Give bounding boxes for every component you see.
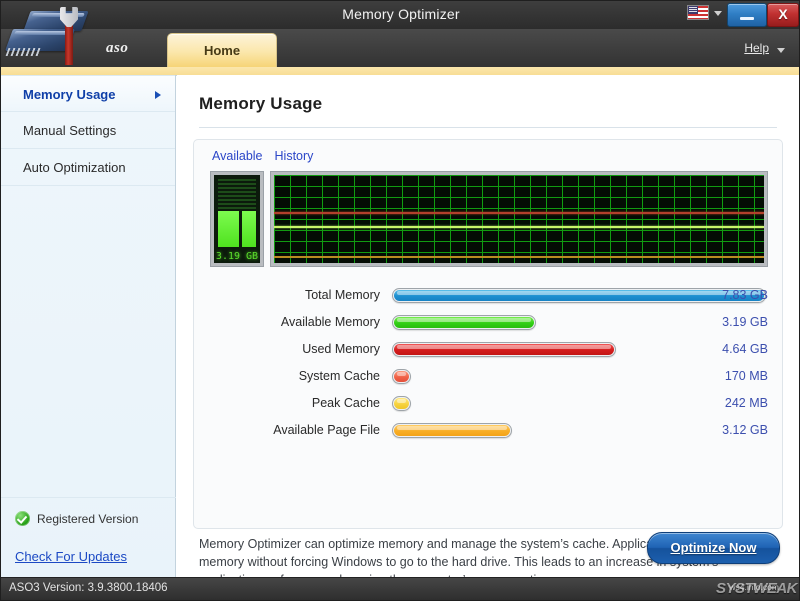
memory-optimizer-logo-icon xyxy=(3,3,103,65)
gauge-value-label: 3.19 GB xyxy=(214,251,260,262)
stat-bar xyxy=(392,396,411,411)
check-circle-icon xyxy=(15,511,30,526)
memory-stats-list: Total Memory 7.83 GB Available Memory 3.… xyxy=(210,282,768,444)
available-memory-trace xyxy=(274,226,764,228)
stat-bar xyxy=(392,423,512,438)
memory-optimizer-window: Memory Optimizer X aso Home Help Memory … xyxy=(0,0,800,601)
table-row: Used Memory 4.64 GB xyxy=(210,336,768,363)
table-row: System Cache 170 MB xyxy=(210,363,768,390)
optimize-now-label: Optimize Now xyxy=(671,540,757,555)
tab-available[interactable]: Available xyxy=(212,149,263,163)
table-row: Available Page File 3.12 GB xyxy=(210,417,768,444)
close-button[interactable]: X xyxy=(767,3,799,27)
sidebar-item-auto-optimization[interactable]: Auto Optimization xyxy=(1,149,175,186)
watermark-sub: ws4.info.com xyxy=(729,582,779,592)
memory-history-graph xyxy=(270,171,768,267)
help-link[interactable]: Help xyxy=(744,41,769,55)
stat-value: 3.19 GB xyxy=(710,309,768,336)
stat-label: Available Memory xyxy=(210,309,380,336)
help-chevron-down-icon[interactable] xyxy=(777,48,785,53)
stat-label: Total Memory xyxy=(210,282,380,309)
stat-label: Available Page File xyxy=(210,417,380,444)
language-chevron-down-icon[interactable] xyxy=(714,11,722,16)
stat-value: 4.64 GB xyxy=(710,336,768,363)
table-row: Peak Cache 242 MB xyxy=(210,390,768,417)
minimize-button[interactable] xyxy=(727,3,767,27)
chevron-right-icon xyxy=(155,91,161,99)
tab-home[interactable]: Home xyxy=(167,33,277,67)
main-content: Memory Usage Available History 3.19 GB xyxy=(177,75,800,580)
gauge-fill xyxy=(218,211,256,247)
title-divider xyxy=(199,127,777,128)
tab-history[interactable]: History xyxy=(275,149,314,163)
page-file-trace xyxy=(274,256,764,258)
table-row: Available Memory 3.19 GB xyxy=(210,309,768,336)
registration-status: Registered Version xyxy=(1,497,176,540)
sidebar-item-label: Auto Optimization xyxy=(23,160,126,175)
page-title: Memory Usage xyxy=(199,94,322,114)
title-bar: Memory Optimizer X xyxy=(1,1,800,30)
stat-value: 170 MB xyxy=(710,363,768,390)
sidebar-item-label: Manual Settings xyxy=(23,123,116,138)
stat-label: Used Memory xyxy=(210,336,380,363)
stat-value: 242 MB xyxy=(710,390,768,417)
registration-label: Registered Version xyxy=(37,512,138,526)
stat-bar xyxy=(392,369,411,384)
sidebar-item-manual-settings[interactable]: Manual Settings xyxy=(1,112,175,149)
table-row: Total Memory 7.83 GB xyxy=(210,282,768,309)
optimize-now-button[interactable]: Optimize Now xyxy=(647,532,780,564)
help-label: Help xyxy=(744,41,769,55)
sidebar-footer: Registered Version Check For Updates xyxy=(1,497,176,580)
version-text: ASO3 Version: 3.9.3800.18406 xyxy=(9,578,168,599)
stat-value: 7.83 GB xyxy=(710,282,768,309)
stat-bar xyxy=(392,315,536,330)
window-title: Memory Optimizer xyxy=(1,1,800,29)
brand-label: aso xyxy=(106,37,128,59)
check-for-updates-link[interactable]: Check For Updates xyxy=(15,549,127,564)
sidebar-item-memory-usage[interactable]: Memory Usage xyxy=(1,75,175,112)
stat-label: Peak Cache xyxy=(210,390,380,417)
graph-area: 3.19 GB xyxy=(210,171,768,269)
graph-grid xyxy=(274,175,764,263)
stat-label: System Cache xyxy=(210,363,380,390)
used-memory-trace xyxy=(274,212,764,214)
stat-bar xyxy=(392,342,616,357)
us-flag-icon[interactable] xyxy=(687,5,709,20)
status-bar: ASO3 Version: 3.9.3800.18406 SYSTWEAK ws… xyxy=(1,577,800,600)
sidebar-item-label: Memory Usage xyxy=(23,87,115,102)
memory-panel: Available History 3.19 GB xyxy=(193,139,783,529)
available-memory-gauge: 3.19 GB xyxy=(210,171,264,267)
graph-tabs: Available History xyxy=(212,149,325,163)
check-for-updates[interactable]: Check For Updates xyxy=(1,540,176,580)
sidebar: Memory Usage Manual Settings Auto Optimi… xyxy=(1,75,176,580)
stat-value: 3.12 GB xyxy=(710,417,768,444)
